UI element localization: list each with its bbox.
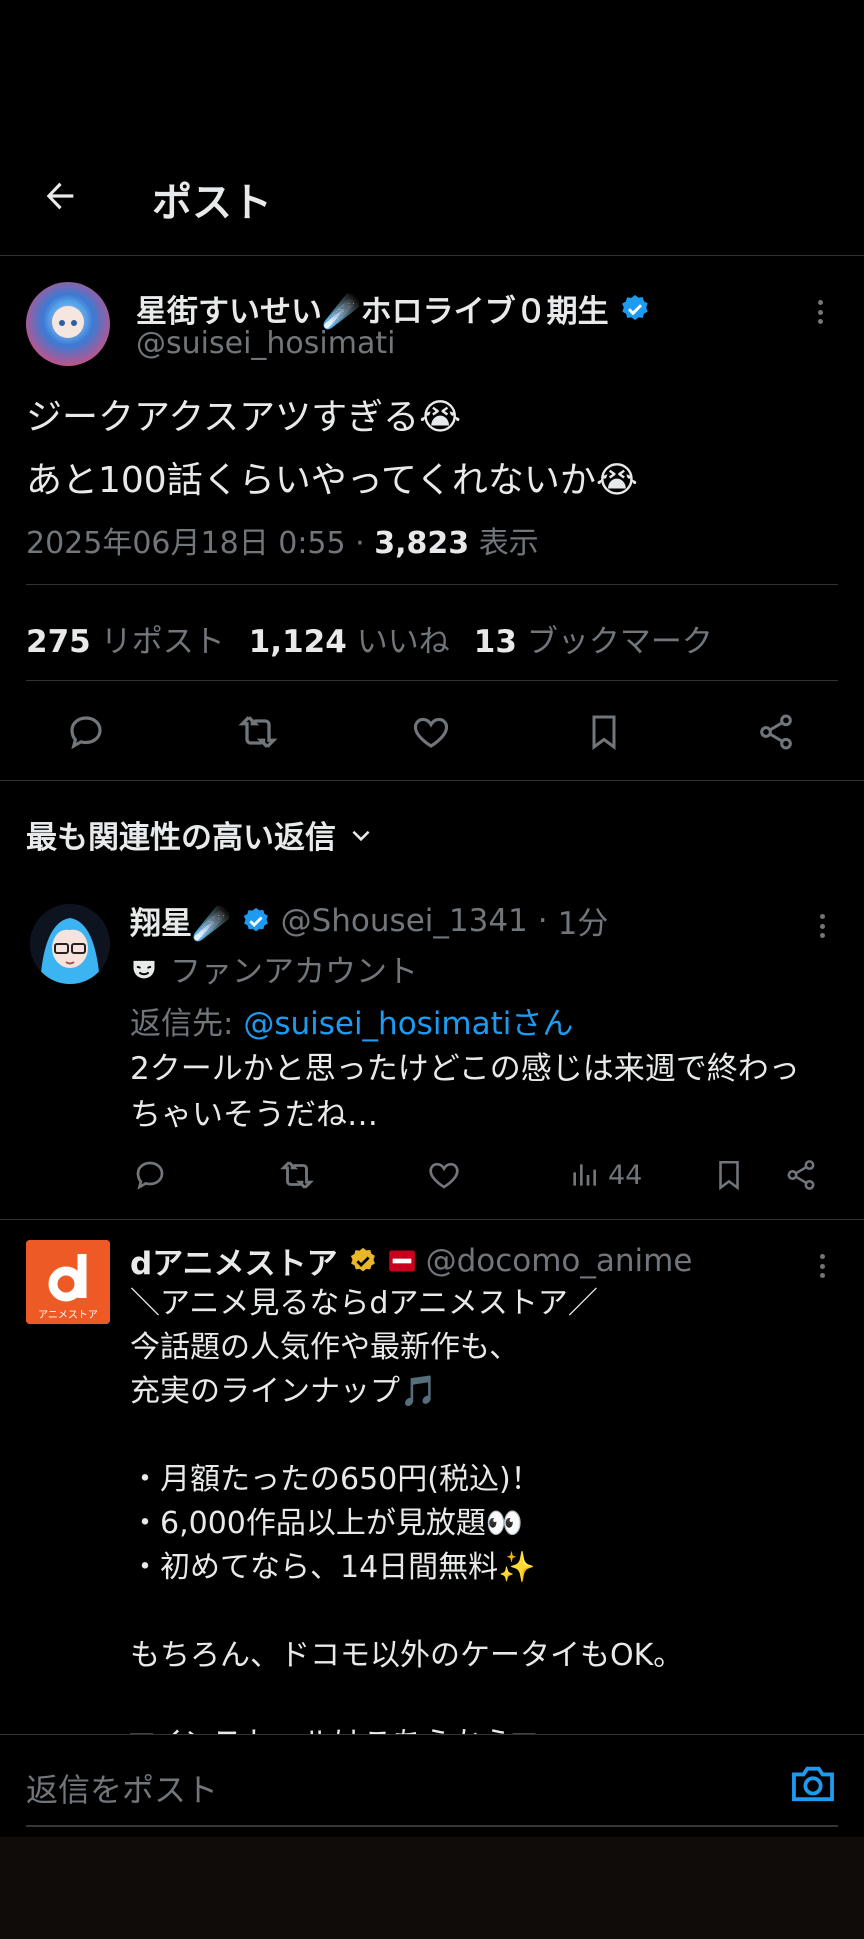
reply-button[interactable] bbox=[58, 704, 114, 760]
author-name[interactable]: 星街すいせい☄️ホロライブ０期生 bbox=[136, 286, 609, 331]
docomo-affiliate-icon bbox=[388, 1250, 415, 1271]
verified-badge-icon bbox=[621, 294, 648, 320]
reply-to-handle-link[interactable]: @suisei_hosimatiさん bbox=[243, 1006, 573, 1042]
bookmark-icon bbox=[719, 1160, 739, 1191]
reply-author-handle[interactable]: @Shousei_1341 bbox=[281, 903, 528, 939]
divider bbox=[0, 780, 864, 781]
fan-account-label: ファンアカウント bbox=[130, 946, 418, 991]
camera-button[interactable] bbox=[790, 1763, 836, 1803]
bookmarks-stat[interactable]: 13 ブックマーク bbox=[474, 616, 713, 661]
reply-composer: 返信をポスト bbox=[0, 1734, 864, 1837]
repost-icon bbox=[238, 716, 278, 748]
reply-input[interactable]: 返信をポスト bbox=[26, 1765, 218, 1811]
mask-icon bbox=[133, 960, 155, 978]
timestamp[interactable]: 2025年06月18日 0:55 bbox=[26, 526, 346, 561]
divider bbox=[26, 584, 838, 585]
divider bbox=[26, 680, 838, 681]
share-icon bbox=[787, 1160, 815, 1190]
more-options-icon[interactable] bbox=[812, 908, 832, 944]
back-arrow-icon bbox=[46, 182, 74, 210]
reply-time[interactable]: 1分 bbox=[558, 898, 609, 943]
repost-button[interactable] bbox=[278, 1150, 316, 1200]
more-options-icon[interactable] bbox=[812, 1248, 832, 1284]
more-options-icon[interactable] bbox=[810, 294, 830, 330]
bookmark-icon bbox=[592, 715, 616, 750]
reply-author-name[interactable]: 翔星☄️ bbox=[130, 898, 231, 943]
analytics-icon bbox=[573, 1164, 596, 1186]
bookmark-button[interactable] bbox=[712, 1150, 746, 1200]
reply-sort-label: 最も関連性の高い返信 bbox=[26, 820, 336, 856]
verified-badge-icon bbox=[243, 907, 268, 931]
reply-sort-dropdown[interactable]: 最も関連性の高い返信 bbox=[26, 812, 374, 857]
reply-icon bbox=[136, 1161, 164, 1190]
post-text: ジークアクスアツすぎる😭 あと100話くらいやってくれないか😭 bbox=[26, 386, 638, 512]
reply-avatar[interactable] bbox=[30, 904, 110, 984]
ad-logo[interactable]: アニメストア bbox=[26, 1240, 110, 1324]
engagement-stats: 275 リポスト 1,124 いいね 13 ブックマーク bbox=[26, 616, 713, 661]
divider bbox=[26, 1825, 838, 1827]
post-line: ジークアクスアツすぎる😭 bbox=[26, 397, 462, 438]
reply-views-count: 44 bbox=[608, 1159, 643, 1191]
reply-text: 2クールかと思ったけどこの感じは来週で終わっちゃいそうだね… bbox=[130, 1051, 800, 1133]
ad-author-handle[interactable]: @docomo_anime bbox=[426, 1243, 693, 1279]
share-icon bbox=[760, 714, 792, 750]
promoted-post[interactable]: アニメストア dアニメストア @docomo_anime ＼アニメ見るならdアニ… bbox=[0, 1220, 864, 1734]
ad-logo-text: アニメストア bbox=[38, 1310, 98, 1321]
like-button[interactable] bbox=[403, 704, 459, 760]
bookmark-button[interactable] bbox=[576, 704, 632, 760]
reposts-stat[interactable]: 275 リポスト bbox=[26, 616, 225, 661]
views-label: 表示 bbox=[478, 526, 539, 561]
views-count: 3,823 bbox=[374, 526, 470, 561]
reply-button[interactable] bbox=[132, 1150, 168, 1200]
post-meta: 2025年06月18日 0:55 · 3,823 表示 bbox=[26, 526, 539, 561]
likes-stat[interactable]: 1,124 いいね bbox=[249, 616, 450, 661]
page-title: ポスト bbox=[152, 180, 272, 226]
reply-icon bbox=[70, 716, 102, 750]
ad-text: ＼アニメ見るならdアニメストア／ 今話題の人気作や最新作も、 充実のラインナップ… bbox=[130, 1286, 684, 1734]
author-handle[interactable]: @suisei_hosimati bbox=[136, 326, 395, 361]
post-line: あと100話くらいやってくれないか😭 bbox=[26, 460, 638, 501]
heart-icon bbox=[429, 1162, 459, 1189]
post-actions bbox=[0, 704, 864, 780]
views-button[interactable]: 44 bbox=[568, 1150, 642, 1200]
system-nav-bar bbox=[0, 1837, 864, 1939]
gold-verified-badge-icon bbox=[350, 1247, 375, 1271]
share-button[interactable] bbox=[748, 704, 804, 760]
top-bar: ポスト bbox=[0, 0, 864, 256]
reply-post[interactable]: 翔星☄️ @Shousei_1341 · 1分 ファンアカウント 返信先: @s… bbox=[0, 880, 864, 1220]
reply-actions: 44 bbox=[0, 1150, 864, 1206]
danime-logo-icon: アニメストア bbox=[26, 1240, 110, 1324]
back-button[interactable] bbox=[36, 172, 84, 220]
like-button[interactable] bbox=[426, 1150, 462, 1200]
ad-author-name[interactable]: dアニメストア bbox=[130, 1238, 338, 1283]
share-button[interactable] bbox=[784, 1150, 818, 1200]
avatar-image bbox=[30, 904, 110, 984]
repost-button[interactable] bbox=[230, 704, 286, 760]
reply-to-line: 返信先: @suisei_hosimatiさん bbox=[130, 1006, 574, 1042]
avatar-image bbox=[26, 282, 110, 366]
heart-icon bbox=[413, 717, 449, 748]
repost-icon bbox=[280, 1161, 314, 1189]
author-avatar[interactable] bbox=[26, 282, 110, 366]
camera-icon bbox=[792, 1766, 834, 1802]
chevron-down-icon bbox=[352, 830, 370, 841]
